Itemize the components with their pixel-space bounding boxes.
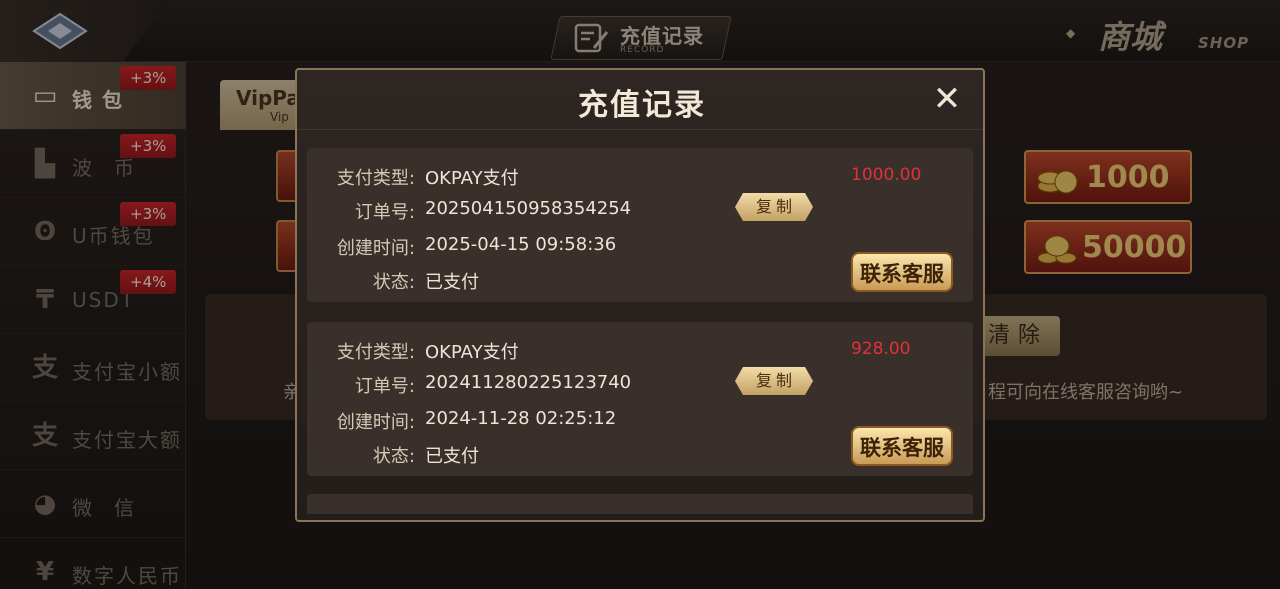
recharge-record-modal: 充值记录 ✕ 支付类型: OKPAY支付 1000.00 订单号: 202504…	[295, 68, 985, 522]
modal-header: 充值记录 ✕	[297, 70, 983, 130]
app-screen: 充值记录 RECORD ◆ 商城 SHOP ▭ 钱包 +3% ▙ 波币 +3% …	[0, 0, 1280, 589]
pay-type-label: 支付类型:	[336, 342, 415, 363]
order-no-value: 202411280225123740	[425, 372, 632, 393]
created-time-label: 创建时间:	[336, 238, 415, 259]
pay-type-value: OKPAY支付	[425, 342, 519, 363]
record-card-peek	[307, 494, 973, 514]
order-no-label: 订单号:	[354, 376, 415, 397]
record-card: 支付类型: OKPAY支付 1000.00 订单号: 2025041509583…	[307, 148, 973, 302]
amount-value: 1000.00	[851, 165, 922, 185]
contact-service-button[interactable]: 联系客服	[851, 252, 953, 292]
order-no-label: 订单号:	[354, 202, 415, 223]
created-time-value: 2025-04-15 09:58:36	[425, 234, 617, 255]
created-time-value: 2024-11-28 02:25:12	[425, 408, 617, 429]
pay-type-value: OKPAY支付	[425, 168, 519, 189]
pay-type-label: 支付类型:	[336, 168, 415, 189]
contact-service-button[interactable]: 联系客服	[851, 426, 953, 466]
modal-title: 充值记录	[578, 88, 706, 123]
created-time-label: 创建时间:	[336, 412, 415, 433]
close-icon[interactable]: ✕	[929, 82, 965, 118]
status-value: 已支付	[425, 272, 479, 293]
copy-button[interactable]: 复制	[735, 193, 813, 221]
status-value: 已支付	[425, 446, 479, 467]
record-card: 支付类型: OKPAY支付 928.00 订单号: 20241128022512…	[307, 322, 973, 476]
order-no-value: 202504150958354254	[425, 198, 632, 219]
copy-button[interactable]: 复制	[735, 367, 813, 395]
status-label: 状态:	[372, 272, 415, 293]
status-label: 状态:	[372, 446, 415, 467]
amount-value: 928.00	[851, 339, 911, 359]
